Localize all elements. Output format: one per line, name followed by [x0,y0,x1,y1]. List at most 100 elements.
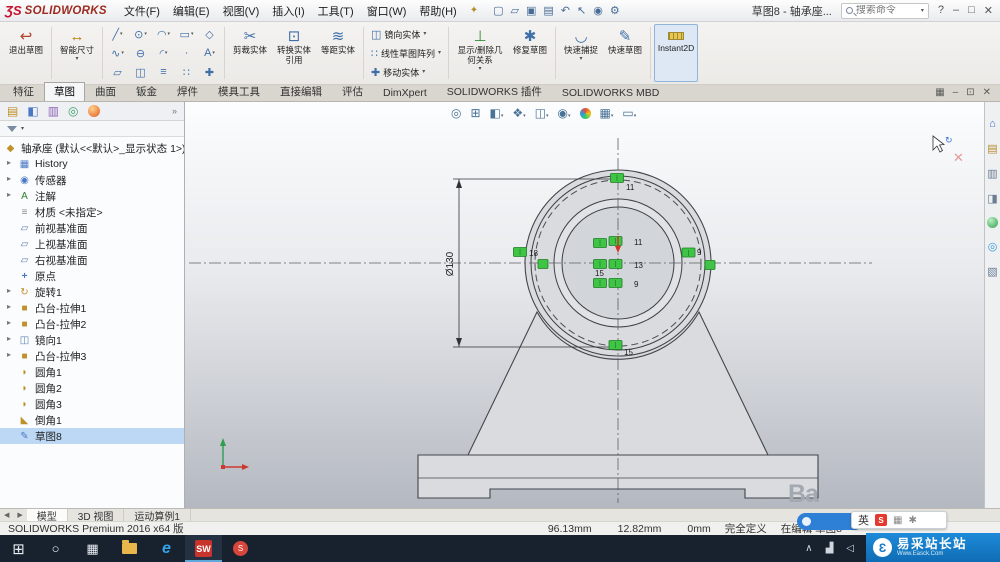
property-manager-tab-icon[interactable]: ◧ [27,105,38,117]
taskbar-search-icon[interactable]: ○ [37,535,74,562]
tree-item-boss-extrude2[interactable]: ■ 凸台-拉伸2 [0,316,184,332]
sketch-plane-icon[interactable]: ◫ [129,63,152,82]
tab-model[interactable]: 模型 [26,509,68,523]
tree-item-fillet2[interactable]: ◗ 圆角2 [0,380,184,396]
zoom-area-icon[interactable]: ⊞ [470,106,480,120]
tree-item-history[interactable]: ▦ History [0,156,184,172]
repair-sketch-button[interactable]: ✱ 修复草图 [508,24,552,82]
open-document-icon[interactable]: ▱ [510,4,518,17]
ime-status-bar[interactable]: 英 S ▦ ✱ [851,511,947,529]
smart-dimension-button[interactable]: ↔ 智能尺寸 ▾ [55,24,99,82]
options-gear-icon[interactable]: ⚙ [610,4,620,17]
custom-properties-icon[interactable]: ▧ [987,265,997,278]
rebuild-icon[interactable]: ◉ [593,4,603,17]
display-relations-button[interactable]: ⊥ 显示/删除几何关系 ▾ [452,24,508,82]
offset-entities-button[interactable]: ≋ 等距实体 [316,24,360,82]
move-entities-button[interactable]: ✚ 移动实体 ▾ [367,63,445,81]
tree-item-part[interactable]: ◆ 轴承座 (默认<<默认>_显示状态 1>) [0,140,184,156]
sketch-fillet-icon[interactable]: ◜ ▾ [152,44,175,63]
section-view-icon[interactable]: ◧▾ [490,106,504,120]
tab-evaluate[interactable]: 评估 [332,82,373,101]
doc-restore-icon[interactable]: ⊡ [966,87,974,98]
tree-filter-bar[interactable]: ▾ [0,121,184,137]
tab-dimxpert[interactable]: DimXpert [373,85,437,101]
view-palette-icon[interactable]: ◨ [987,192,997,205]
menu-tools[interactable]: 工具(T) [312,3,360,19]
doc-close-icon[interactable]: ✕ [983,87,991,98]
tree-item-top-plane[interactable]: ▱ 上视基准面 [0,236,184,252]
command-search[interactable]: ▾ [840,2,929,19]
file-explorer-taskbar-icon[interactable] [111,535,148,562]
tab-motion-study[interactable]: 运动算例1 [124,509,191,523]
print-icon[interactable]: ▤ [543,4,553,17]
tree-item-fillet1[interactable]: ◗ 圆角1 [0,364,184,380]
tab-direct-editing[interactable]: 直接编辑 [270,82,332,101]
linear-pattern-button[interactable]: ∷ 线性草图阵列 ▾ [367,44,445,62]
rapid-sketch-button[interactable]: ✎ 快速草图 [603,24,647,82]
maximize-icon[interactable]: □ [968,4,975,17]
tab-weldments[interactable]: 焊件 [167,82,208,101]
sketch-circle-icon[interactable]: ⊙ ▾ [129,25,152,44]
tree-item-sensors[interactable]: ◉ 传感器 [0,172,184,188]
exit-sketch-button[interactable]: ↩ 退出草图 [4,24,48,82]
menu-window[interactable]: 窗口(W) [361,3,413,19]
menu-insert[interactable]: 插入(I) [266,3,310,19]
tree-item-annotations[interactable]: A 注解 [0,188,184,204]
sketch-ellipse-icon[interactable]: ⊖ [129,44,152,63]
display-style-icon[interactable]: ◫▾ [535,106,549,120]
sketch-pattern-icon[interactable]: ∷ [175,63,198,82]
panel-icon[interactable]: ▦ [935,87,944,98]
zoom-fit-icon[interactable]: ◎ [451,106,461,120]
configuration-manager-tab-icon[interactable]: ▥ [48,105,59,117]
resources-home-icon[interactable]: ⌂ [989,118,996,130]
ime-keyboard-icon[interactable]: ▦ [893,515,902,526]
tab-surfaces[interactable]: 曲面 [85,82,126,101]
sketch-point-icon[interactable]: ∙ [175,44,198,63]
display-manager-tab-icon[interactable] [87,105,100,117]
search-dropdown-icon[interactable]: ▾ [921,8,924,14]
sketch-equation-icon[interactable]: ≡ [152,63,175,82]
screenshot-app-icon[interactable]: S [222,535,259,562]
sketch-construction-icon[interactable]: ✚ [198,63,221,82]
overlay-close-icon[interactable]: ✕ [953,150,964,166]
solidworks-taskbar-icon[interactable]: SW [185,535,222,562]
network-icon[interactable]: ▟ [826,543,834,554]
tab-solidworks-mbd[interactable]: SOLIDWORKS MBD [552,85,669,101]
tree-item-material[interactable]: ≡ 材质 <未指定> [0,204,184,220]
tab-sheet-metal[interactable]: 钣金 [126,82,167,101]
menu-view[interactable]: 视图(V) [217,3,266,19]
tree-item-fillet3[interactable]: ◗ 圆角3 [0,396,184,412]
tab-scroll-left-icon[interactable]: ◀ [0,509,13,521]
tree-item-front-plane[interactable]: ▱ 前视基准面 [0,220,184,236]
edit-appearance-icon[interactable] [579,107,591,119]
save-icon[interactable]: ▣ [526,4,536,17]
tree-item-origin[interactable]: + 原点 [0,268,184,284]
feature-tree-tab-icon[interactable]: ▤ [7,105,18,117]
apply-scene-icon[interactable]: ▦▾ [600,106,614,120]
tree-item-sketch8[interactable]: ✎ 草图8 [0,428,184,444]
close-icon[interactable]: ✕ [984,4,993,17]
ime-language-label[interactable]: 英 [858,512,869,528]
convert-entities-button[interactable]: ⊡ 转换实体引用 [272,24,316,82]
mirror-entities-button[interactable]: ◫ 镜向实体 ▾ [367,25,445,43]
tab-sketch[interactable]: 草图 [44,82,85,101]
quick-snaps-button[interactable]: ◡ 快速捕捉 ▾ [559,24,603,82]
dimxpert-manager-tab-icon[interactable]: ◎ [68,105,78,117]
help-icon[interactable]: ? [938,4,944,17]
scenes-icon[interactable]: ◎ [988,240,998,253]
view-orientation-icon[interactable]: ❖▾ [512,106,525,120]
undo-icon[interactable]: ↶ [561,4,570,17]
panel-expand-icon[interactable]: » [172,106,177,116]
tab-scroll-right-icon[interactable]: ▶ [13,509,26,521]
trim-entities-button[interactable]: ✂ 剪裁实体 [228,24,272,82]
menu-edit[interactable]: 编辑(E) [167,3,216,19]
tree-item-chamfer1[interactable]: ◣ 倒角1 [0,412,184,428]
sogou-ime-icon[interactable]: S [875,514,887,526]
start-button[interactable]: ⊞ [0,535,37,562]
tab-solidworks-addins[interactable]: SOLIDWORKS 插件 [437,82,552,101]
new-document-icon[interactable]: ▢ [493,4,503,17]
file-explorer-icon[interactable]: ▥ [987,167,997,180]
menu-pin-icon[interactable]: ✦ [470,5,478,16]
search-input[interactable] [855,5,918,16]
tab-3d-views[interactable]: 3D 视图 [68,509,125,523]
